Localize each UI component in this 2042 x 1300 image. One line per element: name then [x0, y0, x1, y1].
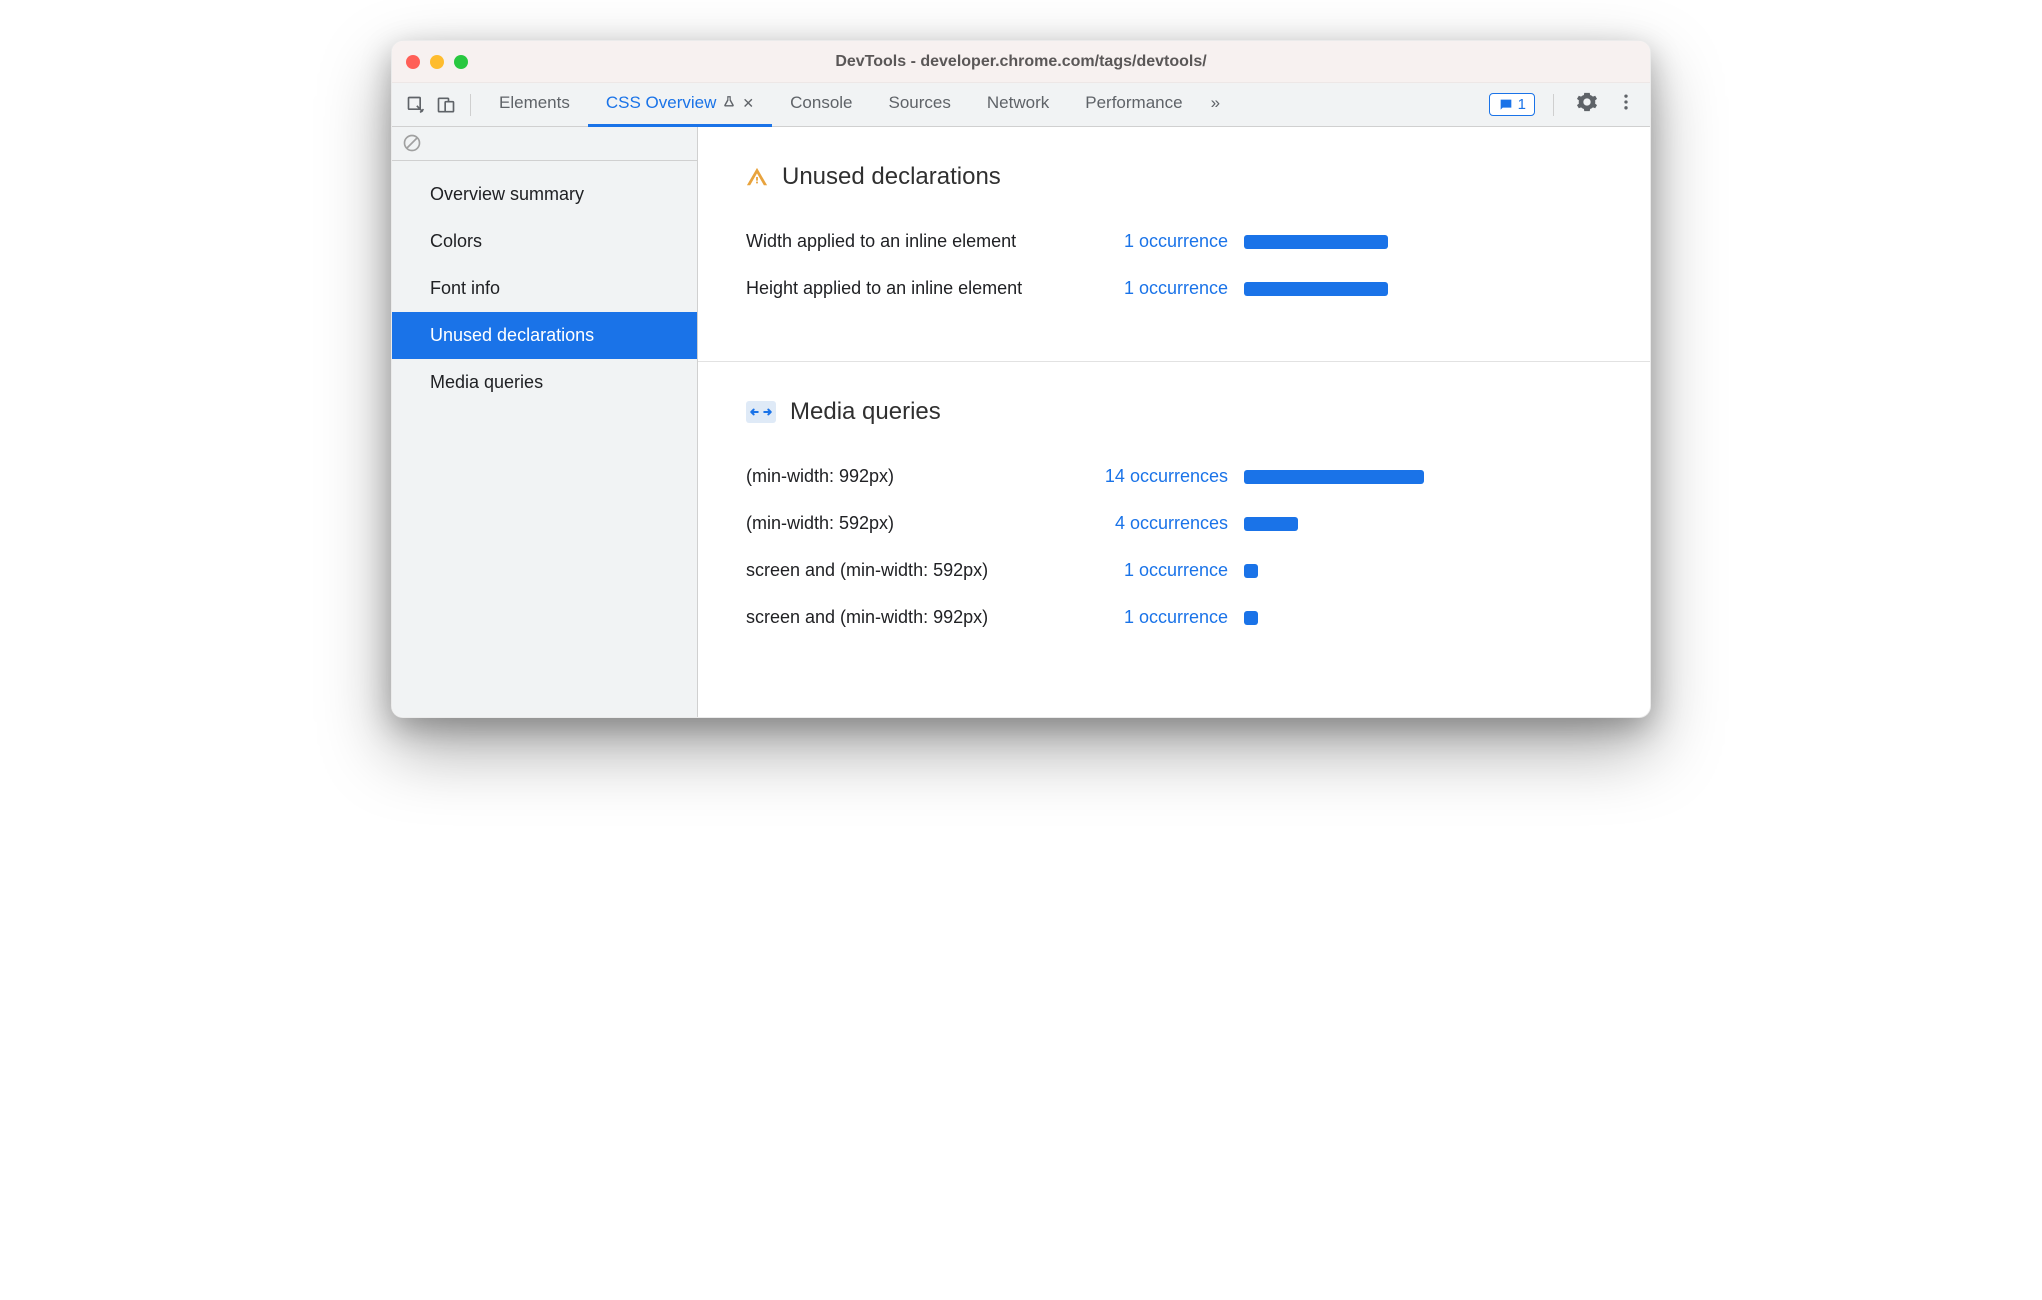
- tab-performance[interactable]: Performance: [1067, 83, 1200, 127]
- sidebar-item-unused-declarations[interactable]: Unused declarations: [392, 312, 697, 359]
- tab-sources[interactable]: Sources: [871, 83, 969, 127]
- warning-triangle-icon: [746, 166, 768, 188]
- sidebar-item-label: Colors: [430, 231, 482, 251]
- occurrence-bar: [1244, 611, 1258, 625]
- tab-label: Console: [790, 93, 852, 113]
- tab-label: Network: [987, 93, 1049, 113]
- toolbar-separator: [470, 94, 471, 116]
- occurrence-link[interactable]: 4 occurrences: [1094, 513, 1244, 534]
- section-media-queries: Media queries (min-width: 992px) 14 occu…: [698, 361, 1650, 690]
- media-row: screen and (min-width: 992px) 1 occurren…: [746, 607, 1610, 628]
- traffic-lights: [406, 55, 468, 69]
- row-label: (min-width: 592px): [746, 513, 1094, 534]
- window-zoom-button[interactable]: [454, 55, 468, 69]
- occurrence-link[interactable]: 14 occurrences: [1094, 466, 1244, 487]
- occurrence-link[interactable]: 1 occurrence: [1094, 607, 1244, 628]
- sidebar-item-label: Font info: [430, 278, 500, 298]
- more-tabs-icon: »: [1211, 93, 1220, 113]
- occurrence-link[interactable]: 1 occurrence: [1094, 231, 1244, 252]
- unused-row: Width applied to an inline element 1 occ…: [746, 231, 1610, 252]
- occurrence-link[interactable]: 1 occurrence: [1094, 560, 1244, 581]
- section-header: Unused declarations: [746, 163, 1610, 191]
- devtools-tabs: Elements CSS Overview ✕ Console Sources …: [481, 83, 1230, 127]
- tab-label: Elements: [499, 93, 570, 113]
- sidebar-item-overview-summary[interactable]: Overview summary: [392, 171, 697, 218]
- tab-label: Sources: [889, 93, 951, 113]
- occurrence-bar: [1244, 282, 1388, 296]
- section-header: Media queries: [746, 398, 1610, 426]
- window-titlebar: DevTools - developer.chrome.com/tags/dev…: [392, 41, 1650, 83]
- tab-network[interactable]: Network: [969, 83, 1067, 127]
- main-scroll-area[interactable]: Unused declarations Width applied to an …: [698, 127, 1650, 717]
- occurrence-bar: [1244, 235, 1388, 249]
- tab-console[interactable]: Console: [772, 83, 870, 127]
- occurrence-bar: [1244, 517, 1298, 531]
- sidebar-list: Overview summary Colors Font info Unused…: [392, 161, 697, 406]
- experimental-flask-icon: [722, 95, 736, 112]
- occurrence-link[interactable]: 1 occurrence: [1094, 278, 1244, 299]
- unused-row: Height applied to an inline element 1 oc…: [746, 278, 1610, 299]
- clear-overview-icon[interactable]: [402, 133, 424, 155]
- sidebar-item-media-queries[interactable]: Media queries: [392, 359, 697, 406]
- occurrence-bar: [1244, 564, 1258, 578]
- sidebar-item-label: Media queries: [430, 372, 543, 392]
- more-tabs-button[interactable]: »: [1201, 83, 1230, 127]
- devtools-body: Overview summary Colors Font info Unused…: [392, 127, 1650, 717]
- tab-label: CSS Overview: [606, 93, 717, 113]
- occurrence-bar: [1244, 470, 1424, 484]
- sidebar-item-label: Overview summary: [430, 184, 584, 204]
- devtools-toolbar: Elements CSS Overview ✕ Console Sources …: [392, 83, 1650, 127]
- messages-count: 1: [1518, 96, 1526, 113]
- css-overview-sidebar: Overview summary Colors Font info Unused…: [392, 127, 698, 717]
- row-label: Width applied to an inline element: [746, 231, 1094, 252]
- messages-chip[interactable]: 1: [1489, 93, 1535, 116]
- window-close-button[interactable]: [406, 55, 420, 69]
- sidebar-item-font-info[interactable]: Font info: [392, 265, 697, 312]
- window-title: DevTools - developer.chrome.com/tags/dev…: [835, 53, 1206, 71]
- section-title: Unused declarations: [782, 163, 1001, 191]
- settings-gear-icon[interactable]: [1572, 87, 1602, 122]
- media-row: (min-width: 992px) 14 occurrences: [746, 466, 1610, 487]
- tab-css-overview[interactable]: CSS Overview ✕: [588, 83, 772, 127]
- tab-elements[interactable]: Elements: [481, 83, 588, 127]
- sidebar-item-colors[interactable]: Colors: [392, 218, 697, 265]
- device-toggle-icon[interactable]: [432, 91, 460, 119]
- main-content: Unused declarations Width applied to an …: [698, 127, 1650, 717]
- media-row: (min-width: 592px) 4 occurrences: [746, 513, 1610, 534]
- toolbar-right: 1: [1489, 87, 1640, 122]
- media-row: screen and (min-width: 592px) 1 occurren…: [746, 560, 1610, 581]
- toolbar-separator: [1553, 94, 1554, 116]
- tab-close-icon[interactable]: ✕: [742, 95, 754, 112]
- row-label: Height applied to an inline element: [746, 278, 1094, 299]
- more-options-icon[interactable]: [1612, 88, 1640, 121]
- tab-label: Performance: [1085, 93, 1182, 113]
- devtools-window: DevTools - developer.chrome.com/tags/dev…: [391, 40, 1651, 718]
- section-unused-declarations: Unused declarations Width applied to an …: [698, 127, 1650, 361]
- media-query-arrows-icon: [746, 401, 776, 423]
- sidebar-item-label: Unused declarations: [430, 325, 594, 345]
- row-label: screen and (min-width: 992px): [746, 607, 1094, 628]
- row-label: (min-width: 992px): [746, 466, 1094, 487]
- window-minimize-button[interactable]: [430, 55, 444, 69]
- section-title: Media queries: [790, 398, 941, 426]
- message-icon: [1498, 97, 1514, 113]
- row-label: screen and (min-width: 592px): [746, 560, 1094, 581]
- inspect-element-icon[interactable]: [402, 91, 430, 119]
- sidebar-toolbar: [392, 127, 697, 161]
